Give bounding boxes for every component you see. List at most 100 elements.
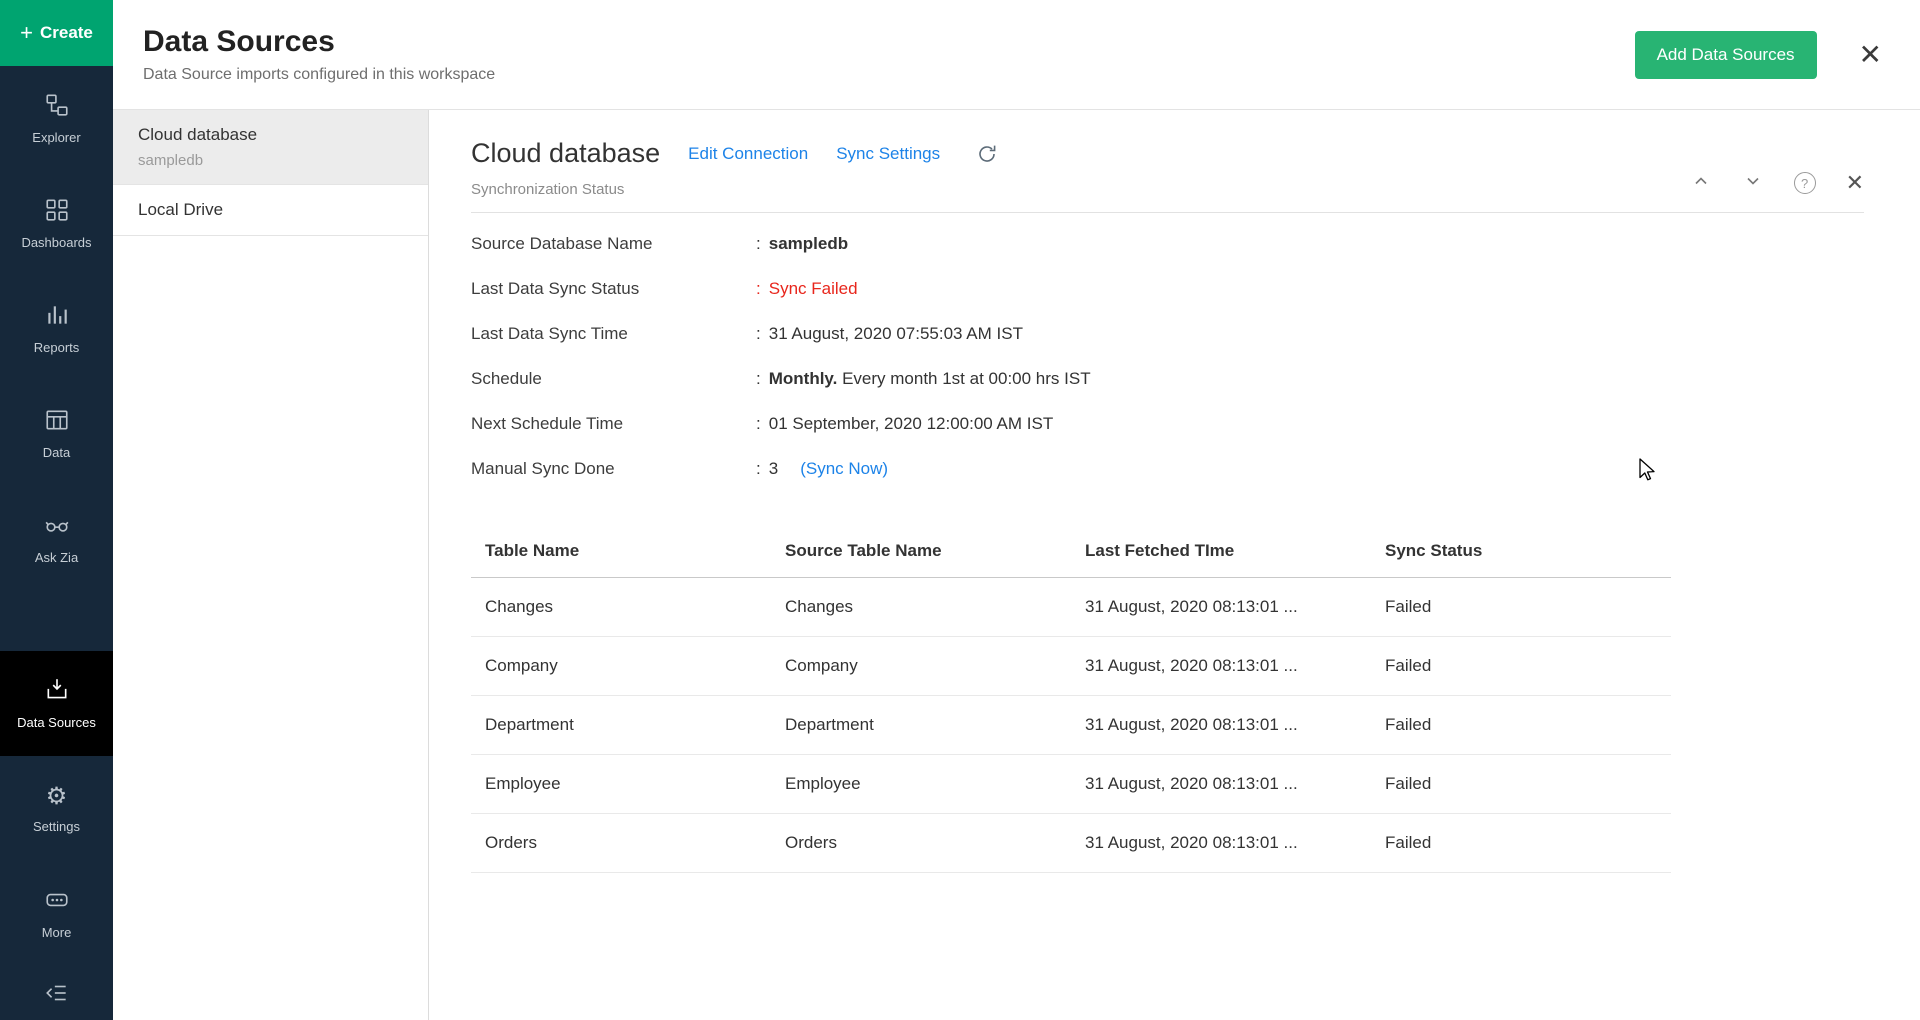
- detail-pane: Cloud database Edit Connection Sync Sett…: [429, 110, 1920, 1020]
- source-list: Cloud database sampledb Local Drive: [113, 110, 429, 1020]
- field-row: Last Data Sync Status : Sync Failed: [471, 266, 1864, 311]
- reports-icon: [44, 302, 70, 331]
- table-cell: Company: [771, 637, 1071, 696]
- page-header: Data Sources Data Source imports configu…: [113, 0, 1920, 110]
- create-button[interactable]: + Create: [0, 0, 113, 66]
- colon: :: [756, 234, 761, 254]
- colon: :: [756, 324, 761, 344]
- sidebar-item-data[interactable]: Data: [0, 381, 113, 486]
- tables-sync-table: Table Name Source Table Name Last Fetche…: [471, 525, 1671, 873]
- field-row: Manual Sync Done : 3 (Sync Now): [471, 446, 1864, 491]
- colon: :: [756, 369, 761, 389]
- close-icon[interactable]: ✕: [1859, 41, 1882, 69]
- detail-title: Cloud database: [471, 138, 660, 169]
- field-value: : 3 (Sync Now): [756, 459, 888, 479]
- table-cell: Failed: [1371, 696, 1671, 755]
- help-icon[interactable]: ?: [1794, 172, 1816, 194]
- sync-status-fields: Source Database Name : sampledb Last Dat…: [471, 221, 1864, 491]
- field-value: : 31 August, 2020 07:55:03 AM IST: [756, 324, 1023, 344]
- table-row: Changes Changes 31 August, 2020 08:13:01…: [471, 578, 1671, 637]
- field-row: Next Schedule Time : 01 September, 2020 …: [471, 401, 1864, 446]
- sidebar-item-reports[interactable]: Reports: [0, 276, 113, 381]
- detail-close-icon[interactable]: ✕: [1846, 172, 1864, 194]
- field-value: : sampledb: [756, 234, 848, 254]
- table-row: Orders Orders 31 August, 2020 08:13:01 .…: [471, 814, 1671, 873]
- table-row: Department Department 31 August, 2020 08…: [471, 696, 1671, 755]
- source-database-name-value: sampledb: [769, 234, 848, 254]
- colon: :: [756, 459, 761, 479]
- table-cell: 31 August, 2020 08:13:01 ...: [1071, 578, 1371, 637]
- refresh-icon[interactable]: [976, 143, 998, 165]
- chevron-down-icon[interactable]: [1742, 170, 1764, 197]
- data-sources-icon: [44, 677, 70, 706]
- sync-now-link[interactable]: (Sync Now): [800, 459, 888, 479]
- ask-zia-glasses-icon: [44, 512, 70, 541]
- field-label: Schedule: [471, 369, 756, 389]
- last-sync-time-value: 31 August, 2020 07:55:03 AM IST: [769, 324, 1023, 344]
- table-cell: Orders: [471, 814, 771, 873]
- sidebar-item-ask-zia[interactable]: Ask Zia: [0, 486, 113, 591]
- divider: [471, 212, 1864, 213]
- column-header: Sync Status: [1371, 525, 1671, 578]
- sync-failed-status: Sync Failed: [769, 279, 858, 299]
- collapse-sidebar-button[interactable]: [0, 966, 113, 1020]
- sidebar-item-data-sources[interactable]: Data Sources: [0, 651, 113, 756]
- table-cell: 31 August, 2020 08:13:01 ...: [1071, 637, 1371, 696]
- field-label: Source Database Name: [471, 234, 756, 254]
- column-header: Last Fetched TIme: [1071, 525, 1371, 578]
- table-cell: 31 August, 2020 08:13:01 ...: [1071, 696, 1371, 755]
- section-label: Synchronization Status: [471, 181, 998, 198]
- table-cell: Failed: [1371, 755, 1671, 814]
- sidebar-item-more[interactable]: More: [0, 861, 113, 966]
- edit-connection-link[interactable]: Edit Connection: [688, 144, 808, 164]
- sync-settings-link[interactable]: Sync Settings: [836, 144, 940, 164]
- sidebar-spacer: [0, 591, 113, 651]
- schedule-detail: Every month 1st at 00:00 hrs IST: [837, 369, 1090, 388]
- sidebar-item-label: Dashboards: [21, 235, 91, 250]
- next-schedule-time-value: 01 September, 2020 12:00:00 AM IST: [769, 414, 1053, 434]
- table-cell: 31 August, 2020 08:13:01 ...: [1071, 814, 1371, 873]
- explorer-icon: [44, 92, 70, 121]
- source-item-local-drive[interactable]: Local Drive: [113, 185, 428, 236]
- sidebar-item-label: Settings: [33, 819, 80, 834]
- gear-icon: ⚙: [46, 784, 68, 810]
- table-cell: Failed: [1371, 578, 1671, 637]
- table-row: Company Company 31 August, 2020 08:13:01…: [471, 637, 1671, 696]
- table-cell: Employee: [471, 755, 771, 814]
- field-value: : Sync Failed: [756, 279, 858, 299]
- more-ellipsis-icon: [44, 887, 70, 916]
- source-item-cloud-database[interactable]: Cloud database sampledb: [113, 110, 428, 185]
- field-label: Last Data Sync Time: [471, 324, 756, 344]
- sidebar-item-settings[interactable]: ⚙ Settings: [0, 756, 113, 861]
- schedule-frequency: Monthly.: [769, 369, 838, 388]
- sidebar-item-label: Ask Zia: [35, 550, 78, 565]
- sidebar-item-dashboards[interactable]: Dashboards: [0, 171, 113, 276]
- field-value: : 01 September, 2020 12:00:00 AM IST: [756, 414, 1053, 434]
- sidebar-item-label: More: [42, 925, 72, 940]
- column-header: Table Name: [471, 525, 771, 578]
- table-cell: Department: [471, 696, 771, 755]
- collapse-sidebar-icon: [44, 980, 70, 1011]
- table-cell: Company: [471, 637, 771, 696]
- sidebar-item-label: Reports: [34, 340, 80, 355]
- plus-icon: +: [20, 22, 33, 44]
- table-header-row: Table Name Source Table Name Last Fetche…: [471, 525, 1671, 578]
- field-label: Next Schedule Time: [471, 414, 756, 434]
- field-value: : Monthly. Every month 1st at 00:00 hrs …: [756, 369, 1091, 389]
- sidebar-item-label: Explorer: [32, 130, 80, 145]
- create-button-label: Create: [40, 23, 93, 43]
- colon: :: [756, 414, 761, 434]
- table-cell: Changes: [771, 578, 1071, 637]
- chevron-up-icon[interactable]: [1690, 170, 1712, 197]
- dashboards-icon: [44, 197, 70, 226]
- field-row: Schedule : Monthly. Every month 1st at 0…: [471, 356, 1864, 401]
- sidebar-item-explorer[interactable]: Explorer: [0, 66, 113, 171]
- source-item-subtitle: sampledb: [138, 152, 403, 169]
- add-data-sources-button[interactable]: Add Data Sources: [1635, 31, 1817, 79]
- source-item-name: Cloud database: [138, 125, 403, 145]
- sidebar-item-label: Data Sources: [17, 715, 96, 730]
- table-cell: Employee: [771, 755, 1071, 814]
- table-cell: Failed: [1371, 637, 1671, 696]
- data-table-icon: [44, 407, 70, 436]
- table-row: Employee Employee 31 August, 2020 08:13:…: [471, 755, 1671, 814]
